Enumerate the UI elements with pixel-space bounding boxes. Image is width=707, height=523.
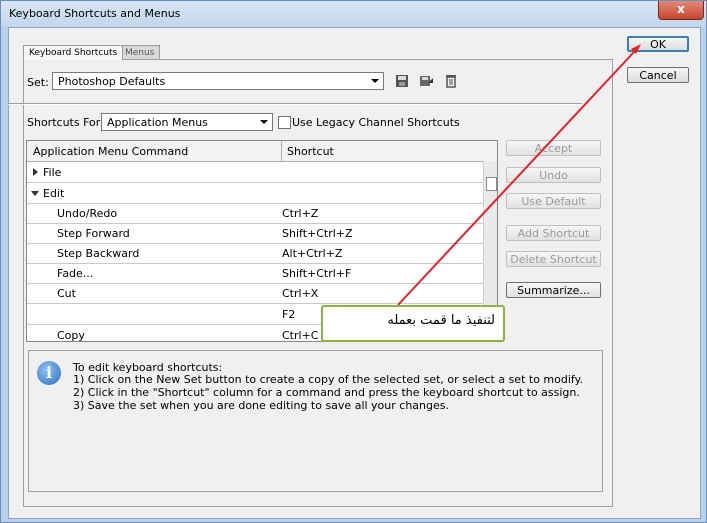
annotation-callout: لتنفيذ ما قمت بعمله [321, 305, 505, 342]
tab-keyboard-shortcuts[interactable]: Keyboard Shortcuts [23, 45, 124, 60]
annotation-text: لتنفيذ ما قمت بعمله [387, 313, 495, 328]
annotation-arrow [397, 44, 641, 306]
